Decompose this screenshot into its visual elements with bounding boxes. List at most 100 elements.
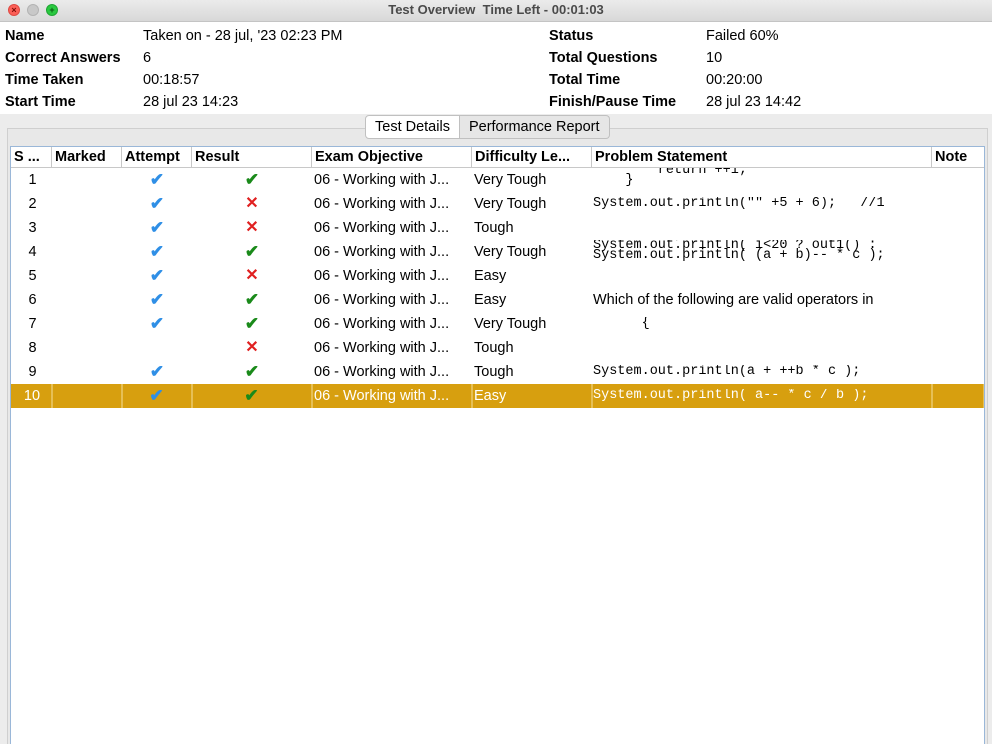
window-title: Test Overview Time Left - 00:01:03 — [388, 2, 604, 17]
correct-check-icon: ✔ — [244, 170, 260, 189]
column-divider — [592, 192, 593, 216]
correct-check-icon: ✔ — [244, 314, 260, 333]
result-cell: ✕ — [192, 192, 312, 216]
column-divider — [312, 192, 313, 216]
column-divider — [472, 384, 473, 408]
difficulty-cell: Tough — [474, 220, 514, 236]
exam-objective-cell: 06 - Working with J... — [314, 196, 450, 212]
column-divider — [312, 216, 313, 240]
column-divider — [312, 384, 313, 408]
exam-objective-cell: 06 - Working with J... — [314, 340, 450, 356]
column-divider — [312, 336, 313, 360]
column-header-result[interactable]: Result — [192, 147, 312, 167]
table-row[interactable]: 3 ✔ ✕ 06 - Working with J... Tough — [11, 216, 984, 240]
column-header-exam-objective[interactable]: Exam Objective — [312, 147, 472, 167]
attempt-cell: ✔ — [122, 216, 192, 240]
correct-check-icon: ✔ — [244, 386, 259, 405]
table-row[interactable]: 6 ✔ ✔ 06 - Working with J... Easy Which of th… — [11, 288, 984, 312]
column-divider — [192, 168, 193, 192]
serial-number-cell: 5 — [28, 268, 37, 284]
exam-objective-cell: 06 - Working with J... — [314, 316, 450, 332]
serial-number-cell: 6 — [28, 292, 37, 308]
column-divider — [122, 336, 123, 360]
attempted-check-icon: ✔ — [149, 170, 165, 189]
column-divider — [122, 240, 123, 264]
difficulty-cell: Tough — [474, 364, 514, 380]
column-header-difficulty[interactable]: Difficulty Le... — [472, 147, 592, 167]
column-divider — [472, 360, 473, 384]
problem-statement-cell: System.out.println( a-- * c / b ); — [592, 384, 932, 408]
name-label: Name — [5, 28, 45, 44]
column-divider — [312, 240, 313, 264]
attempt-cell: ✔ — [122, 360, 192, 384]
column-divider — [52, 216, 53, 240]
column-divider — [592, 336, 593, 360]
total-questions-value: 10 — [706, 50, 723, 66]
column-divider — [592, 312, 593, 336]
column-divider — [932, 384, 933, 408]
table-row[interactable]: 9 ✔ ✔ 06 - Working with J... Tough System.out… — [11, 360, 984, 384]
marked-cell — [52, 336, 122, 360]
table-row[interactable]: 2 ✔ ✕ 06 - Working with J... Very Tough Syste… — [11, 192, 984, 216]
attempted-check-icon: ✔ — [149, 386, 164, 405]
table-row[interactable]: 1 ✔ ✔ 06 - Working with J... Very Tough retu… — [11, 168, 984, 192]
marked-cell — [52, 384, 122, 408]
time-taken-value: 00:18:57 — [143, 72, 200, 88]
column-divider — [52, 168, 53, 192]
table-row[interactable]: 10 ✔ ✔ 06 - Working with J... Easy System.out… — [11, 384, 984, 408]
difficulty-cell: Very Tough — [474, 316, 547, 332]
tab-performance-report[interactable]: Performance Report — [459, 115, 610, 139]
table-row[interactable]: 4 ✔ ✔ 06 - Working with J... Very Tough int i… — [11, 240, 984, 264]
difficulty-cell: Very Tough — [474, 244, 547, 260]
column-divider — [192, 192, 193, 216]
column-divider — [932, 216, 933, 240]
column-divider — [472, 240, 473, 264]
table-row[interactable]: 7 ✔ ✔ 06 - Working with J... Very Tough { — [11, 312, 984, 336]
column-divider — [122, 168, 123, 192]
exam-objective-cell: 06 - Working with J... — [312, 384, 472, 408]
attempted-check-icon: ✔ — [149, 194, 165, 213]
column-header-serial[interactable]: S ... — [11, 147, 52, 167]
column-header-attempt[interactable]: Attempt — [122, 147, 192, 167]
results-table: S ... Marked Attempt Result Exam Objecti… — [10, 146, 985, 744]
tab-test-details[interactable]: Test Details — [365, 115, 460, 139]
column-header-problem-statement[interactable]: Problem Statement — [592, 147, 932, 167]
problem-statement-cell: { — [592, 312, 932, 336]
exam-objective-cell: 06 - Working with J... — [314, 364, 450, 380]
marked-cell — [52, 192, 122, 216]
finish-time-label: Finish/Pause Time — [549, 94, 677, 110]
attempted-check-icon: ✔ — [149, 290, 165, 309]
wrong-cross-icon: ✕ — [245, 195, 259, 212]
column-divider — [192, 384, 193, 408]
table-row[interactable]: 8 ✕ 06 - Working with J... Tough — [11, 336, 984, 360]
column-divider — [52, 192, 53, 216]
result-cell: ✕ — [192, 336, 312, 360]
column-header-note[interactable]: Note — [932, 147, 984, 167]
time-taken-label: Time Taken — [5, 72, 84, 88]
result-cell: ✔ — [192, 240, 312, 264]
result-cell: ✔ — [192, 360, 312, 384]
table-row[interactable]: 5 ✔ ✕ 06 - Working with J... Easy — [11, 264, 984, 288]
exam-objective-cell: 06 - Working with J... — [314, 220, 450, 236]
marked-cell — [52, 216, 122, 240]
attempt-cell: ✔ — [122, 192, 192, 216]
tab-bar: Test Details Performance Report — [365, 115, 610, 139]
problem-statement-cell: System.out.println(a + ++b * c ); — [592, 360, 932, 384]
column-divider — [192, 312, 193, 336]
correct-answers-label: Correct Answers — [5, 50, 121, 66]
column-header-marked[interactable]: Marked — [52, 147, 122, 167]
serial-number-cell: 10 — [11, 384, 52, 408]
problem-statement-text: return ++i; } — [625, 168, 747, 186]
column-divider — [122, 288, 123, 312]
attempt-cell — [122, 336, 192, 360]
result-cell: ✔ — [192, 288, 312, 312]
result-cell: ✔ — [192, 312, 312, 336]
column-divider — [932, 168, 933, 192]
start-time-label: Start Time — [5, 94, 76, 110]
note-cell — [932, 216, 984, 240]
column-divider — [592, 288, 593, 312]
attempt-cell: ✔ — [122, 168, 192, 192]
problem-statement-cell: int i = 10; System.out.println( i<20 ? o… — [592, 240, 932, 264]
name-value: Taken on - 28 jul, '23 02:23 PM — [143, 28, 343, 44]
column-divider — [932, 240, 933, 264]
